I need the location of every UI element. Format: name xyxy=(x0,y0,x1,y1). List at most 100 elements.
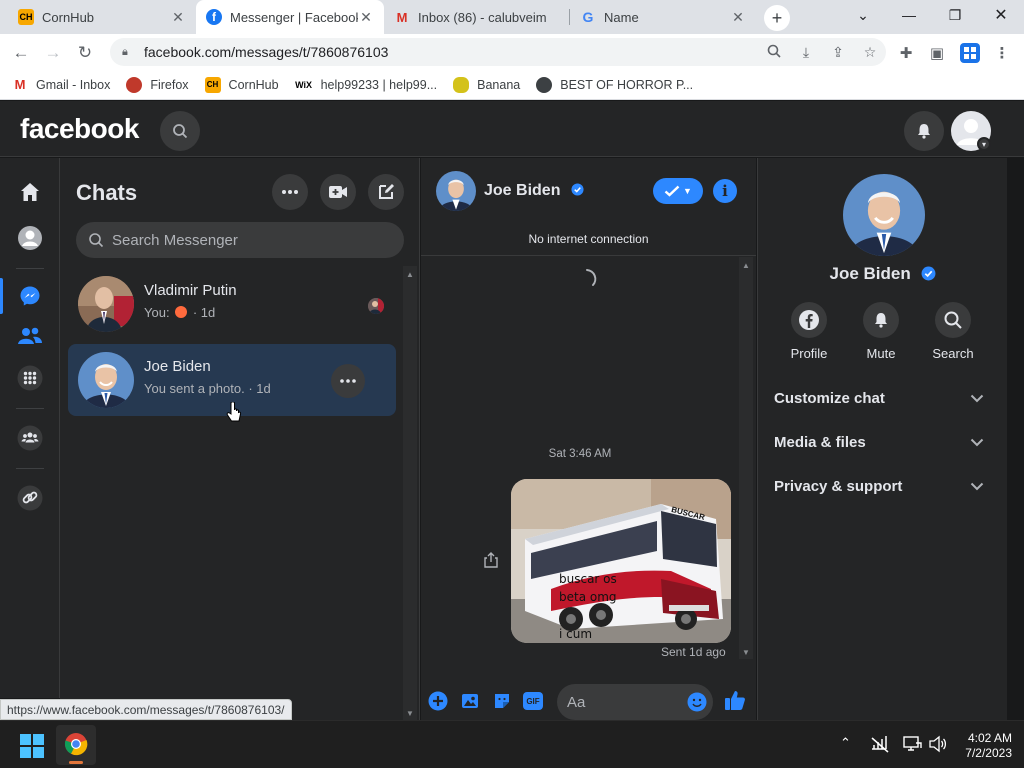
new-message-button[interactable] xyxy=(368,174,404,210)
search-messenger-input[interactable] xyxy=(112,231,392,249)
profile-action-button[interactable]: Profile xyxy=(774,302,844,361)
forward-button[interactable]: → xyxy=(40,40,66,66)
privacy-support-section[interactable]: Privacy & support xyxy=(774,472,984,500)
tab-google-name[interactable]: G Name ✕ xyxy=(570,0,756,34)
close-tab-icon[interactable]: ✕ xyxy=(358,9,374,26)
scroll-down-icon[interactable]: ▼ xyxy=(406,709,414,718)
search-messenger[interactable] xyxy=(76,222,404,258)
chat-preview: You: · 1d xyxy=(144,305,215,320)
address-bar[interactable]: 🔒︎ facebook.com/messages/t/7860876103 ⤓ … xyxy=(110,38,886,66)
bookmark-label: BEST OF HORROR P... xyxy=(560,77,694,92)
tab-gmail[interactable]: M Inbox (86) - calubveim xyxy=(384,0,570,34)
menu-kebab-icon[interactable]: ⋮ xyxy=(988,40,1016,66)
reload-button[interactable]: ↻ xyxy=(72,40,98,66)
bookmark-banana[interactable]: Banana xyxy=(453,76,520,93)
groups-icon[interactable] xyxy=(14,422,46,454)
search-action-button[interactable]: Search xyxy=(918,302,988,361)
system-clock[interactable]: 4:02 AM 7/2/2023 xyxy=(952,731,1012,761)
message-input-field[interactable] xyxy=(557,684,713,720)
chats-options-button[interactable] xyxy=(272,174,308,210)
avatar[interactable] xyxy=(436,171,476,211)
messenger-icon[interactable] xyxy=(14,280,46,312)
chevron-down-icon xyxy=(970,394,984,402)
windows-start-icon[interactable] xyxy=(20,734,44,763)
tab-messenger[interactable]: f Messenger | Facebook ✕ xyxy=(196,0,384,34)
link-icon[interactable] xyxy=(14,482,46,514)
apps-grid-icon[interactable] xyxy=(14,362,46,394)
sent-photo-message[interactable]: BUSCAR buscar os beta omg i cum xyxy=(511,479,731,643)
install-icon[interactable]: ⤓ xyxy=(790,44,822,61)
like-thumbs-up-icon[interactable] xyxy=(723,688,747,712)
preview-prefix: You: xyxy=(144,305,170,320)
bookmark-gmail[interactable]: M Gmail - Inbox xyxy=(12,77,111,93)
info-icon[interactable]: i xyxy=(713,179,737,203)
maximize-button[interactable]: ❐ xyxy=(932,0,978,30)
side-panel-icon[interactable]: ▣ xyxy=(923,40,951,66)
scroll-up-icon[interactable]: ▲ xyxy=(406,270,414,279)
add-plus-icon[interactable] xyxy=(427,690,449,712)
bookmark-star-icon[interactable]: ☆ xyxy=(854,44,886,61)
share-icon[interactable] xyxy=(483,551,499,574)
facebook-logo[interactable]: facebook xyxy=(20,113,139,145)
extensions-icon[interactable]: ✚ xyxy=(892,40,920,66)
loading-spinner-icon xyxy=(576,268,598,295)
call-options-button[interactable]: ▼ xyxy=(653,178,703,204)
gif-button[interactable]: GIF xyxy=(522,690,544,712)
chevron-down-icon[interactable]: ▾ xyxy=(977,137,991,151)
scroll-down-icon[interactable]: ▼ xyxy=(742,648,750,657)
mute-action-button[interactable]: Mute xyxy=(846,302,916,361)
zoom-search-icon[interactable] xyxy=(758,44,790,61)
photo-gallery-icon[interactable] xyxy=(459,690,481,712)
profile-icon[interactable] xyxy=(14,222,46,254)
share-icon[interactable]: ⇪ xyxy=(822,44,854,61)
url-text[interactable]: facebook.com/messages/t/7860876103 xyxy=(144,44,758,60)
bookmark-label: help99233 | help99... xyxy=(320,77,438,92)
new-room-button[interactable] xyxy=(320,174,356,210)
friends-icon[interactable] xyxy=(14,320,46,352)
page-scrollbar[interactable] xyxy=(1007,158,1024,720)
bus-photo-image xyxy=(511,479,731,643)
scroll-up-icon[interactable]: ▲ xyxy=(742,261,750,270)
show-hidden-icons-chevron-icon[interactable]: ⌃ xyxy=(840,735,851,751)
bookmark-firefox[interactable]: Firefox xyxy=(126,76,189,93)
back-button[interactable]: ← xyxy=(8,40,34,66)
facebook-search-button[interactable] xyxy=(160,111,200,151)
chat-row-options-button[interactable] xyxy=(331,364,365,398)
profile-windows-icon[interactable] xyxy=(956,40,984,66)
chrome-taskbar-button[interactable] xyxy=(56,725,96,765)
tab-cornhub[interactable]: CH CornHub ✕ xyxy=(8,0,196,34)
search-icon xyxy=(173,124,188,139)
bookmark-wix[interactable]: WiX help99233 | help99... xyxy=(295,77,438,93)
message-input[interactable] xyxy=(567,693,677,711)
avatar xyxy=(78,352,134,408)
clock-time: 4:02 AM xyxy=(967,731,1012,745)
conversation-scrollbar[interactable]: ▲ ▼ xyxy=(739,257,753,659)
close-tab-icon[interactable]: ✕ xyxy=(170,9,186,26)
close-tab-icon[interactable]: ✕ xyxy=(730,9,746,26)
section-label: Customize chat xyxy=(774,389,885,407)
chats-panel: Chats Vladimir Putin You: · 1 xyxy=(60,158,420,720)
minimize-button[interactable]: — xyxy=(886,0,932,30)
tab-search-icon[interactable]: ⌄ xyxy=(840,0,886,30)
new-tab-button[interactable]: + xyxy=(764,5,790,31)
media-files-section[interactable]: Media & files xyxy=(774,428,984,456)
conversation-name[interactable]: Joe Biden xyxy=(484,182,584,200)
customize-chat-section[interactable]: Customize chat xyxy=(774,384,984,412)
avatar[interactable] xyxy=(843,174,925,256)
display-icon[interactable] xyxy=(902,735,922,758)
chats-title: Chats xyxy=(76,180,138,205)
close-window-button[interactable]: ✕ xyxy=(978,0,1024,30)
home-icon[interactable] xyxy=(14,176,46,208)
volume-icon[interactable] xyxy=(928,735,948,758)
sticker-icon[interactable] xyxy=(491,690,513,712)
bookmark-horror[interactable]: BEST OF HORROR P... xyxy=(536,76,694,93)
rail-divider xyxy=(16,468,44,469)
chat-row-vladimir-putin[interactable]: Vladimir Putin You: · 1d xyxy=(68,268,396,340)
bookmark-cornhub[interactable]: CH CornHub xyxy=(204,76,279,93)
emoji-icon[interactable] xyxy=(687,692,707,712)
network-offline-icon[interactable] xyxy=(870,735,890,758)
chat-preview: You sent a photo. · 1d xyxy=(144,381,271,396)
chat-list-scrollbar[interactable]: ▲ ▼ xyxy=(403,266,417,720)
bookmark-label: Firefox xyxy=(150,77,189,92)
notifications-button[interactable] xyxy=(904,111,944,151)
